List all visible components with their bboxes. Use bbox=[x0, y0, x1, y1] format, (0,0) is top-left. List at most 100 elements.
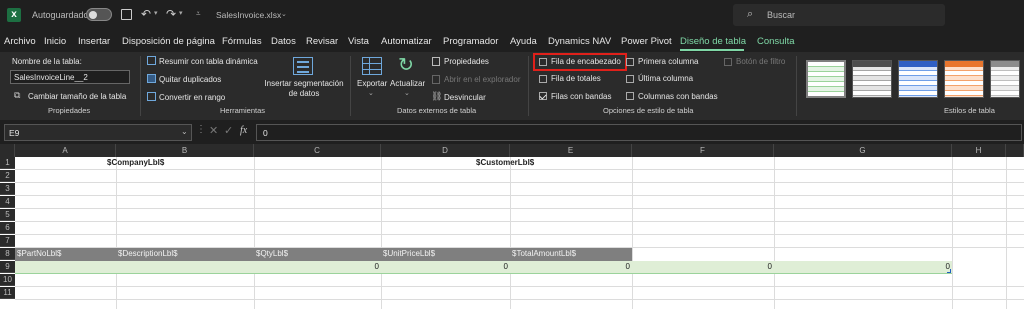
header-cell-part-no[interactable]: $PartNoLbl$ bbox=[17, 248, 61, 260]
table-style-blue[interactable] bbox=[898, 60, 938, 98]
tab-power-pivot[interactable]: Power Pivot bbox=[621, 36, 672, 47]
refresh-button[interactable]: Actualizar bbox=[390, 79, 425, 88]
column-header-c[interactable]: C bbox=[254, 144, 381, 157]
column-header-i[interactable] bbox=[1006, 144, 1024, 157]
filename-chevron-icon[interactable]: ⌄ bbox=[281, 10, 287, 18]
open-browser-icon bbox=[432, 75, 440, 84]
customize-toolbar-icon[interactable]: ⩡ bbox=[196, 9, 201, 19]
row-header-9[interactable]: 9 bbox=[0, 261, 15, 273]
export-button[interactable]: Exportar bbox=[357, 79, 387, 88]
search-placeholder: Buscar bbox=[767, 10, 796, 20]
data-cell-d9[interactable]: 0 bbox=[381, 261, 508, 273]
table-name-input[interactable]: SalesInvoiceLine__2 bbox=[10, 70, 130, 84]
column-header-g[interactable]: G bbox=[774, 144, 952, 157]
table-style-orange[interactable] bbox=[944, 60, 984, 98]
resize-table-button[interactable]: Cambiar tamaño de la tabla bbox=[28, 92, 126, 101]
data-cell-c9[interactable]: 0 bbox=[254, 261, 379, 273]
tab-insertar[interactable]: Insertar bbox=[78, 36, 110, 47]
column-header-h[interactable]: H bbox=[952, 144, 1006, 157]
gridline bbox=[510, 157, 511, 309]
row-header-5[interactable]: 5 bbox=[0, 209, 15, 221]
filter-button-checkbox[interactable] bbox=[724, 58, 732, 66]
refresh-dropdown-icon[interactable]: ⌄ bbox=[404, 89, 410, 97]
confirm-icon[interactable]: ✓ bbox=[224, 124, 233, 137]
properties-button[interactable]: Propiedades bbox=[444, 57, 489, 66]
redo-dropdown-icon[interactable]: ▾ bbox=[179, 9, 183, 17]
tab-revisar[interactable]: Revisar bbox=[306, 36, 338, 47]
tab-vista[interactable]: Vista bbox=[348, 36, 369, 47]
tab-diseno-de-tabla[interactable]: Diseño de tabla bbox=[680, 36, 746, 47]
gridline bbox=[15, 169, 1024, 170]
company-label-cell[interactable]: $CompanyLbl$ bbox=[107, 157, 164, 169]
tab-dynamics-nav[interactable]: Dynamics NAV bbox=[548, 36, 611, 47]
header-row-checkbox[interactable] bbox=[539, 58, 547, 66]
pivot-table-button[interactable]: Resumir con tabla dinámica bbox=[159, 57, 258, 66]
header-cell-qty[interactable]: $QtyLbl$ bbox=[256, 248, 288, 260]
column-header-f[interactable]: F bbox=[632, 144, 774, 157]
autosave-label: Autoguardado bbox=[32, 10, 89, 20]
last-column-checkbox[interactable] bbox=[626, 75, 634, 83]
first-column-checkbox[interactable] bbox=[626, 58, 634, 66]
first-column-label: Primera columna bbox=[638, 57, 699, 66]
tab-programador[interactable]: Programador bbox=[443, 36, 498, 47]
search-box[interactable]: ⌕ Buscar bbox=[733, 4, 945, 26]
banded-rows-checkbox[interactable] bbox=[539, 92, 547, 100]
data-cell-e9[interactable]: 0 bbox=[510, 261, 630, 273]
banded-columns-checkbox[interactable] bbox=[626, 92, 634, 100]
tab-consulta[interactable]: Consulta bbox=[757, 36, 795, 47]
tab-automatizar[interactable]: Automatizar bbox=[381, 36, 432, 47]
row-header-2[interactable]: 2 bbox=[0, 170, 15, 182]
table-style-light-gray[interactable] bbox=[990, 60, 1020, 98]
name-box[interactable]: E9 ⌄ bbox=[4, 124, 192, 141]
formula-input[interactable]: 0 bbox=[256, 124, 1022, 141]
redo-icon[interactable]: ↷ bbox=[166, 7, 176, 21]
name-box-dropdown-icon[interactable]: ⌄ bbox=[181, 127, 188, 136]
row-header-8[interactable]: 8 bbox=[0, 248, 15, 260]
insert-slicer-button[interactable]: Insertar segmentación de datos bbox=[262, 79, 346, 99]
gridline bbox=[15, 195, 1024, 196]
header-cell-description[interactable]: $DescriptionLbl$ bbox=[118, 248, 178, 260]
convert-to-range-button[interactable]: Convertir en rango bbox=[159, 93, 225, 102]
undo-dropdown-icon[interactable]: ▾ bbox=[154, 9, 158, 17]
column-header-a[interactable]: A bbox=[15, 144, 116, 157]
save-icon[interactable] bbox=[121, 9, 132, 20]
open-in-browser-button[interactable]: Abrir en el explorador bbox=[444, 75, 520, 84]
row-header-7[interactable]: 7 bbox=[0, 235, 15, 247]
filename-label[interactable]: SalesInvoice.xlsx bbox=[216, 10, 281, 20]
select-all-corner[interactable] bbox=[0, 144, 15, 157]
tab-ayuda[interactable]: Ayuda bbox=[510, 36, 537, 47]
table-resize-handle-icon[interactable] bbox=[947, 269, 951, 273]
column-header-d[interactable]: D bbox=[381, 144, 510, 157]
name-box-value: E9 bbox=[9, 128, 20, 138]
cancel-icon[interactable]: ✕ bbox=[209, 124, 218, 137]
column-header-b[interactable]: B bbox=[116, 144, 254, 157]
export-dropdown-icon[interactable]: ⌄ bbox=[368, 89, 374, 97]
customer-label-cell[interactable]: $CustomerLbl$ bbox=[476, 157, 534, 169]
column-header-e[interactable]: E bbox=[510, 144, 632, 157]
tab-inicio[interactable]: Inicio bbox=[44, 36, 66, 47]
insert-function-icon[interactable]: fx bbox=[240, 125, 247, 136]
undo-icon[interactable]: ↶ bbox=[141, 7, 151, 21]
remove-duplicates-button[interactable]: Quitar duplicados bbox=[159, 75, 221, 84]
table-style-gray[interactable] bbox=[852, 60, 892, 98]
row-header-11[interactable]: 11 bbox=[0, 287, 15, 299]
tab-archivo[interactable]: Archivo bbox=[4, 36, 36, 47]
total-row-checkbox[interactable] bbox=[539, 75, 547, 83]
row-header-3[interactable]: 3 bbox=[0, 183, 15, 195]
unlink-button[interactable]: Desvincular bbox=[444, 93, 486, 102]
slicer-label-line2: de datos bbox=[288, 89, 320, 98]
tab-disposicion[interactable]: Disposición de página bbox=[122, 36, 215, 47]
gridline bbox=[15, 182, 1024, 183]
row-header-10[interactable]: 10 bbox=[0, 274, 15, 286]
tab-formulas[interactable]: Fórmulas bbox=[222, 36, 262, 47]
tab-datos[interactable]: Datos bbox=[271, 36, 296, 47]
header-cell-unit-price[interactable]: $UnitPriceLbl$ bbox=[383, 248, 435, 260]
header-cell-total-amount[interactable]: $TotalAmountLbl$ bbox=[512, 248, 576, 260]
row-header-4[interactable]: 4 bbox=[0, 196, 15, 208]
autosave-toggle[interactable] bbox=[86, 8, 112, 21]
data-cell-g9[interactable]: 0 bbox=[774, 261, 950, 273]
table-style-green[interactable] bbox=[806, 60, 846, 98]
row-header-6[interactable]: 6 bbox=[0, 222, 15, 234]
data-cell-f9[interactable]: 0 bbox=[632, 261, 772, 273]
row-header-1[interactable]: 1 bbox=[0, 157, 15, 169]
